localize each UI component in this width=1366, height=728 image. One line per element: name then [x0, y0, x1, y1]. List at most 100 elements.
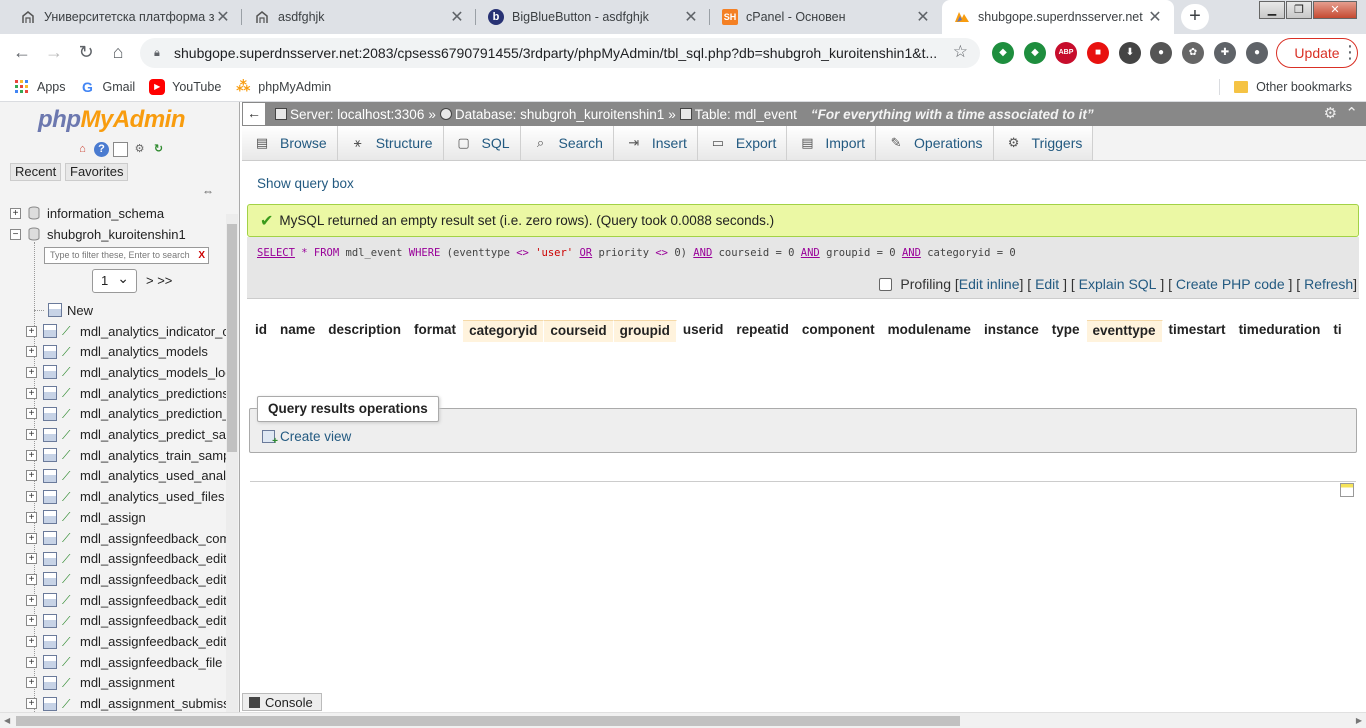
- scrollbar-thumb[interactable]: [16, 716, 960, 726]
- maximize-button[interactable]: ❐: [1286, 1, 1312, 19]
- table-filter-input[interactable]: Type to filter these, Enter to search X: [44, 247, 209, 264]
- column-header-instance[interactable]: instance: [977, 320, 1046, 342]
- adblock-plus-icon[interactable]: ABP: [1055, 42, 1077, 64]
- expand-icon[interactable]: +: [26, 677, 37, 689]
- tab-close-icon[interactable]: ✕: [214, 7, 232, 27]
- table-icon[interactable]: [43, 510, 57, 525]
- expand-icon[interactable]: +: [26, 511, 37, 523]
- shield-extension-icon[interactable]: ◆: [992, 42, 1014, 64]
- help-icon[interactable]: ?: [94, 142, 109, 157]
- create-view-link[interactable]: Create view: [262, 429, 351, 447]
- table-icon[interactable]: [43, 655, 57, 670]
- expand-icon[interactable]: +: [26, 491, 37, 503]
- browser-tab-1[interactable]: Университетска платформа за ✕: [8, 0, 242, 34]
- table-node[interactable]: + ⟋ mdl_analytics_predict_sam: [26, 425, 237, 445]
- expand-icon[interactable]: +: [26, 325, 37, 337]
- expand-icon[interactable]: +: [26, 553, 37, 565]
- table-node[interactable]: + ⟋ mdl_assignfeedback_editp: [26, 590, 234, 610]
- expand-icon[interactable]: +: [26, 636, 37, 647]
- structure-icon[interactable]: ⟋: [62, 490, 76, 504]
- column-header-component[interactable]: component: [795, 320, 882, 342]
- close-window-button[interactable]: ✕: [1313, 1, 1357, 19]
- tab-operations[interactable]: ✎ Operations: [876, 126, 994, 160]
- tab-triggers[interactable]: ⚙ Triggers: [993, 126, 1094, 160]
- table-icon[interactable]: [43, 531, 57, 545]
- table-icon[interactable]: [43, 344, 57, 359]
- tab-close-icon[interactable]: ✕: [682, 7, 700, 27]
- expand-icon[interactable]: +: [26, 698, 37, 710]
- back-arrow-icon[interactable]: ←: [8, 39, 36, 67]
- structure-icon[interactable]: ⟋: [62, 469, 76, 483]
- table-node[interactable]: + ⟋ mdl_assignment: [26, 673, 175, 693]
- table-icon[interactable]: [43, 324, 57, 338]
- table-node[interactable]: + ⟋ mdl_analytics_prediction_a: [26, 404, 237, 424]
- menu-dots-icon[interactable]: ⋮: [1336, 39, 1364, 67]
- create-php-code-link[interactable]: Create PHP code: [1176, 276, 1285, 292]
- tab-structure[interactable]: ⚹ Structure: [337, 126, 444, 160]
- expand-icon[interactable]: +: [26, 656, 37, 668]
- scroll-left-arrow-icon[interactable]: ◀: [4, 716, 10, 725]
- show-query-box-link[interactable]: Show query box: [257, 176, 354, 191]
- phpmyadmin-logo[interactable]: phpMyAdmin: [38, 106, 185, 134]
- edit-link[interactable]: Edit: [1035, 276, 1059, 292]
- expand-icon[interactable]: +: [26, 470, 37, 482]
- table-icon[interactable]: [43, 572, 57, 587]
- table-node[interactable]: + ⟋ mdl_analytics_used_files: [26, 487, 225, 507]
- tab-sql[interactable]: ▢ SQL: [443, 126, 521, 160]
- structure-icon[interactable]: ⟋: [62, 572, 76, 586]
- profile-icon[interactable]: ●: [1246, 42, 1268, 64]
- table-node[interactable]: + ⟋ mdl_assignfeedback_file: [26, 652, 222, 672]
- table-icon[interactable]: [43, 406, 57, 421]
- browser-tab-2[interactable]: asdfghjk ✕: [242, 0, 476, 34]
- breadcrumb-table[interactable]: Table: mdl_event: [679, 107, 797, 122]
- expand-icon[interactable]: +: [26, 429, 37, 440]
- column-header-format[interactable]: format: [408, 320, 464, 342]
- structure-icon[interactable]: ⟋: [62, 593, 76, 607]
- address-bar[interactable]: 🔒︎ shubgope.superdnsserver.net:2083/cpse…: [140, 38, 980, 68]
- explain-sql-link[interactable]: Explain SQL: [1079, 276, 1157, 292]
- table-node[interactable]: + ⟋ mdl_assignfeedback_editp: [26, 569, 234, 589]
- bookmark-apps[interactable]: Apps: [14, 79, 66, 95]
- table-node[interactable]: + ⟋ mdl_analytics_predictions: [26, 383, 229, 403]
- structure-icon[interactable]: ⟋: [62, 407, 76, 421]
- scroll-right-arrow-icon[interactable]: ▶: [1356, 716, 1362, 725]
- favorites-tab[interactable]: Favorites: [65, 163, 129, 181]
- home-icon[interactable]: ⌂: [75, 142, 90, 157]
- table-node[interactable]: + ⟋ mdl_assign: [26, 507, 146, 527]
- table-icon[interactable]: [43, 593, 57, 608]
- tab-export[interactable]: ▭ Export: [697, 126, 788, 160]
- column-header-courseid[interactable]: courseid: [544, 320, 614, 342]
- column-header-type[interactable]: type: [1045, 320, 1087, 342]
- new-table-node[interactable]: New: [34, 300, 93, 320]
- tab-close-icon[interactable]: ✕: [1146, 7, 1164, 27]
- reload-nav-icon[interactable]: ↻: [151, 142, 166, 157]
- expand-icon[interactable]: +: [26, 346, 37, 358]
- expand-icon[interactable]: +: [26, 615, 37, 627]
- column-header-eventtype[interactable]: eventtype: [1086, 320, 1163, 342]
- browser-tab-5-active[interactable]: shubgope.superdnsserver.net / ✕: [942, 0, 1174, 34]
- column-header-categoryid[interactable]: categoryid: [463, 320, 545, 342]
- db-node-information-schema[interactable]: + information_schema: [10, 203, 164, 223]
- bookmark-star-icon[interactable]: ☆: [953, 42, 968, 62]
- column-header-ti[interactable]: ti: [1327, 320, 1349, 342]
- table-icon[interactable]: [43, 696, 57, 711]
- top-settings-icons[interactable]: ⚙ ⌃: [1324, 104, 1358, 122]
- table-node[interactable]: + ⟋ mdl_assignfeedback_editp: [26, 611, 234, 631]
- home-icon[interactable]: ⌂: [104, 39, 132, 67]
- structure-icon[interactable]: ⟋: [62, 324, 76, 338]
- expand-icon[interactable]: +: [10, 207, 21, 219]
- structure-icon[interactable]: ⟋: [62, 365, 76, 379]
- extension-icon-2[interactable]: ✿: [1182, 42, 1204, 64]
- table-icon[interactable]: [43, 489, 57, 504]
- horizontal-scrollbar[interactable]: ◀ ▶: [0, 712, 1366, 728]
- table-icon[interactable]: [43, 551, 57, 566]
- browser-tab-4[interactable]: SH cPanel - Основен ✕: [710, 0, 942, 34]
- collapse-nav-arrow-icon[interactable]: ←: [243, 103, 265, 125]
- column-header-name[interactable]: name: [274, 320, 323, 342]
- collapse-icon[interactable]: −: [10, 228, 21, 240]
- profiling-checkbox[interactable]: [879, 277, 893, 291]
- link-with-main-panel-icon[interactable]: ⇔: [202, 184, 214, 198]
- table-node[interactable]: + ⟋ mdl_analytics_used_analys: [26, 466, 238, 486]
- structure-icon[interactable]: ⟋: [62, 531, 76, 545]
- column-header-description[interactable]: description: [322, 320, 409, 342]
